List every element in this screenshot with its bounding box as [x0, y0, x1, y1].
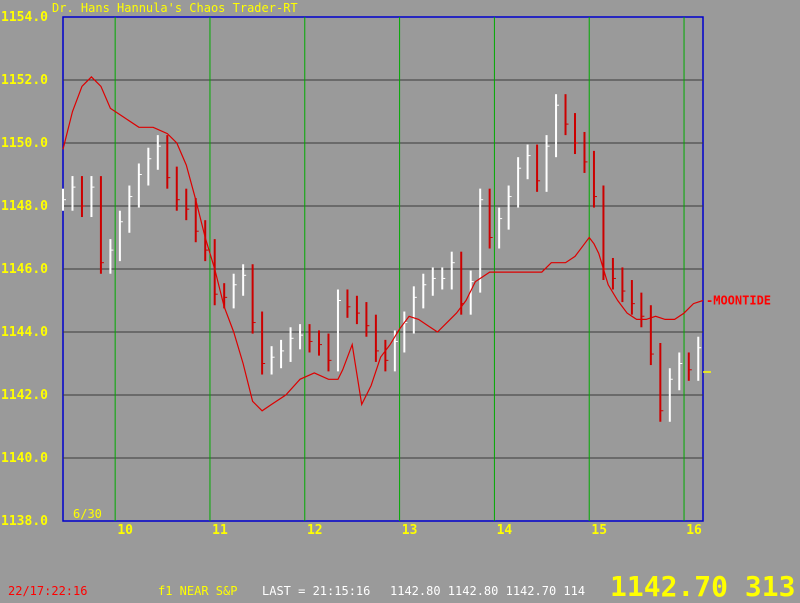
chart-canvas: 1138.0 1140.0 1142.0 1144.0 1146.0 1148.0 1150… [1, 10, 771, 538]
y-tick-label: 1148.0 [1, 199, 48, 214]
y-tick-label: 1154.0 [1, 10, 48, 25]
status-symbol: f1 NEAR S&P [158, 584, 238, 598]
y-tick-label: 1138.0 [1, 514, 48, 529]
x-tick-label: 16 [686, 523, 702, 538]
x-tick-label: 11 [212, 523, 228, 538]
status-big-readout: 1142.70 313.5 [610, 570, 800, 603]
status-prices: 1142.80 1142.80 1142.70 114 [390, 584, 586, 598]
moontide-line [62, 76, 704, 412]
x-tick-label: 15 [591, 523, 607, 538]
status-last-time: LAST = 21:15:16 [262, 584, 371, 598]
date-label: 6/30 [73, 507, 102, 521]
y-tick-label: 1152.0 [1, 73, 48, 88]
x-tick-label: 12 [307, 523, 323, 538]
y-tick-label: 1140.0 [1, 451, 48, 466]
y-axis-ticks: 1138.0 1140.0 1142.0 1144.0 1146.0 1148.0 1150… [1, 10, 48, 529]
status-clock: 22/17:22:16 [8, 584, 88, 598]
grid [63, 17, 703, 521]
x-tick-label: 10 [117, 523, 133, 538]
chart-title: Dr. Hans Hannula's Chaos Trader-RT [52, 1, 298, 15]
y-tick-label: 1150.0 [1, 136, 48, 151]
y-tick-label: 1144.0 [1, 325, 48, 340]
x-axis-ticks: 10 11 12 13 14 15 16 [117, 523, 702, 538]
x-tick-label: 14 [497, 523, 513, 538]
moontide-label: -MOONTIDE [706, 294, 771, 308]
y-tick-label: 1142.0 [1, 388, 48, 403]
x-tick-label: 13 [402, 523, 418, 538]
y-tick-label: 1146.0 [1, 262, 48, 277]
